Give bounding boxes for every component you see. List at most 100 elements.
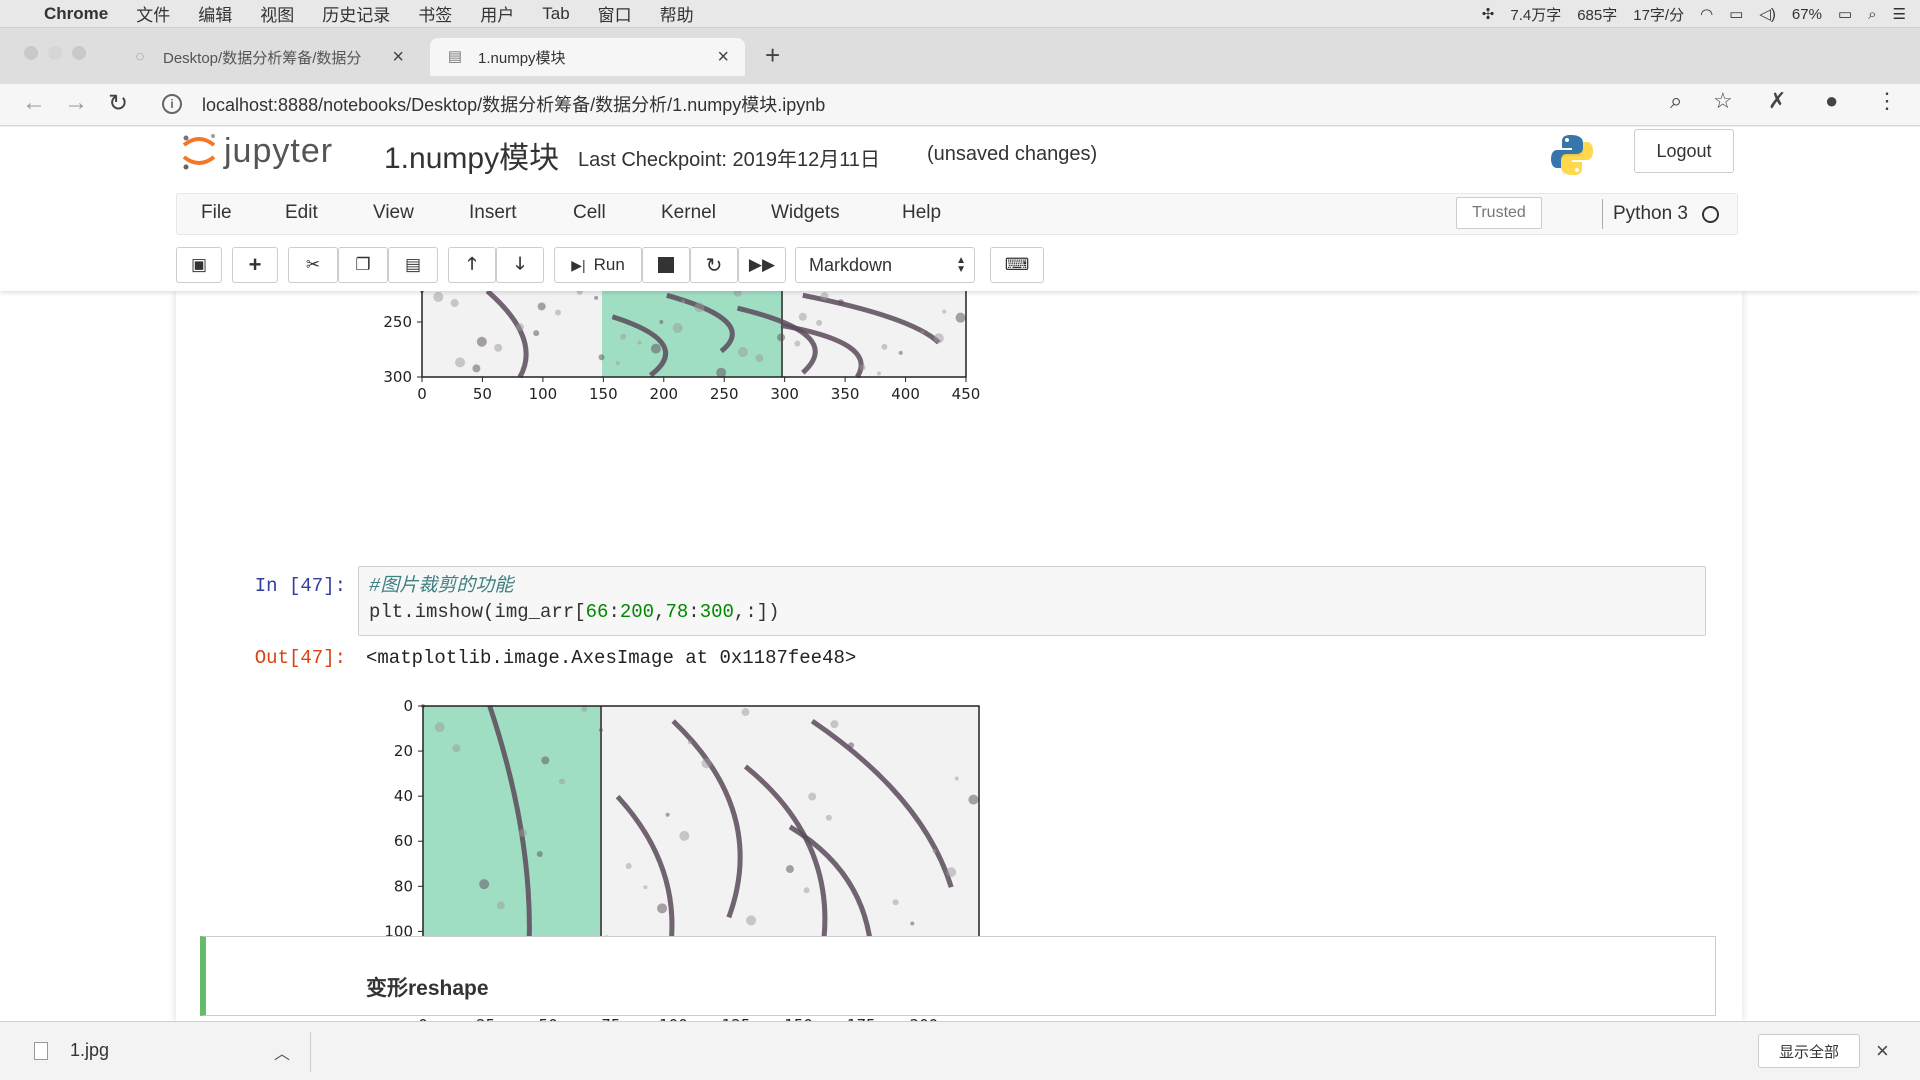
- image-speckle: [968, 794, 979, 805]
- code-cell-input[interactable]: #图片裁剪的功能 plt.imshow(img_arr[66:200,78:30…: [358, 566, 1706, 636]
- tab-numpy[interactable]: ▤ 1.numpy模块 ×: [430, 38, 745, 76]
- restart-button[interactable]: ↻: [690, 247, 738, 283]
- volume-icon[interactable]: ◁): [1759, 5, 1776, 23]
- cell-type-select[interactable]: Markdown ▲ ▼: [795, 247, 975, 283]
- code-line: plt.imshow(img_arr[66:200,78:300,:]): [369, 601, 780, 623]
- image-speckle: [755, 354, 764, 363]
- insert-cell-button[interactable]: +: [232, 247, 278, 283]
- command-palette-button[interactable]: ⌨: [990, 247, 1044, 283]
- copy-button[interactable]: ❐: [338, 247, 388, 283]
- show-all-button[interactable]: 显示全部: [1758, 1034, 1860, 1068]
- list-icon[interactable]: ☰: [1893, 5, 1906, 23]
- image-speckle: [615, 361, 620, 366]
- minimize-window-button[interactable]: [48, 46, 62, 60]
- menu-bookmarks[interactable]: 书签: [418, 1, 452, 26]
- menu-help-jupyter[interactable]: Help: [902, 202, 941, 224]
- x-tick-label: 350: [831, 385, 860, 403]
- menu-widgets-jupyter[interactable]: Widgets: [771, 202, 840, 224]
- interrupt-button[interactable]: [642, 247, 690, 283]
- logout-button[interactable]: Logout: [1634, 129, 1734, 173]
- menu-insert-jupyter[interactable]: Insert: [469, 202, 517, 224]
- close-tab-icon[interactable]: ×: [717, 46, 729, 69]
- image-speckle: [933, 333, 944, 344]
- tab-desktop[interactable]: ◌ Desktop/数据分析筹备/数据分 ×: [115, 38, 420, 76]
- code-comment: #图片裁剪的功能: [369, 575, 514, 597]
- paste-button[interactable]: ▤: [388, 247, 438, 283]
- trusted-badge[interactable]: Trusted: [1456, 197, 1542, 229]
- wifi-icon[interactable]: ◠: [1700, 5, 1713, 23]
- profile-icon[interactable]: ●: [1825, 88, 1838, 114]
- zoom-icon[interactable]: ⌕: [1670, 88, 1682, 114]
- restart-run-all-button[interactable]: ▶▶: [738, 247, 786, 283]
- url-field[interactable]: i localhost:8888/notebooks/Desktop/数据分析筹…: [150, 88, 1690, 120]
- image-speckle: [694, 302, 705, 313]
- status-area: ✣ 7.4万字 685字 17字/分 ◠ ▭ ◁) 67% ▭ ⌕ ☰: [1482, 0, 1906, 28]
- search-icon[interactable]: ⌕: [1868, 6, 1876, 23]
- move-down-button[interactable]: 🡓: [496, 247, 544, 283]
- menu-file[interactable]: 文件: [136, 1, 170, 26]
- notebook-name[interactable]: 1.numpy模块: [384, 133, 559, 177]
- save-button[interactable]: ▣: [176, 247, 222, 283]
- extension-icon[interactable]: ✗: [1768, 88, 1786, 114]
- close-icon[interactable]: ×: [1876, 1038, 1889, 1064]
- move-up-button[interactable]: 🡑: [448, 247, 496, 283]
- menu-edit[interactable]: 编辑: [198, 1, 232, 26]
- copy-icon: ❐: [355, 255, 371, 274]
- back-icon[interactable]: ←: [22, 89, 46, 117]
- zoom-window-button[interactable]: [72, 46, 86, 60]
- image-speckle: [955, 312, 966, 323]
- menu-view[interactable]: 视图: [260, 1, 294, 26]
- menu-edit-jupyter[interactable]: Edit: [285, 202, 318, 224]
- bookmark-star-icon[interactable]: ☆: [1713, 88, 1733, 114]
- close-tab-icon[interactable]: ×: [392, 46, 404, 69]
- cut-button[interactable]: ✂: [288, 247, 338, 283]
- menu-cell-jupyter[interactable]: Cell: [573, 202, 606, 224]
- new-tab-button[interactable]: +: [765, 40, 780, 71]
- download-item[interactable]: 1.jpg: [34, 1040, 109, 1061]
- reload-icon[interactable]: ↻: [108, 89, 128, 118]
- battery-percent[interactable]: 67%: [1792, 6, 1822, 23]
- menu-tab[interactable]: Tab: [542, 4, 569, 24]
- airplay-icon[interactable]: ▭: [1729, 5, 1743, 23]
- menu-history[interactable]: 历史记录: [322, 1, 390, 26]
- menu-kernel-jupyter[interactable]: Kernel: [661, 202, 716, 224]
- image-speckle: [798, 312, 807, 321]
- menu-app-chrome[interactable]: Chrome: [44, 4, 108, 24]
- image-speckle: [515, 323, 524, 332]
- menu-help[interactable]: 帮助: [660, 1, 694, 26]
- run-button[interactable]: ▶| Run: [554, 247, 642, 283]
- code-num-1: 66: [585, 601, 609, 623]
- image-speckle: [910, 921, 915, 926]
- image-speckle: [657, 903, 668, 914]
- restart-icon: ↻: [705, 254, 723, 277]
- image-speckle: [555, 309, 561, 316]
- chrome-menu-icon[interactable]: ⋮: [1876, 88, 1898, 114]
- kernel-indicator[interactable]: Python 3: [1602, 199, 1719, 229]
- x-tick-label: 400: [891, 385, 920, 403]
- close-window-button[interactable]: [24, 46, 38, 60]
- menu-file-jupyter[interactable]: File: [201, 202, 232, 224]
- image-speckle: [737, 347, 748, 358]
- jupyter-page: jupyter 1.numpy模块 Last Checkpoint: 2019年…: [0, 127, 1920, 1021]
- move-icon[interactable]: ✣: [1482, 5, 1495, 23]
- info-icon[interactable]: i: [162, 94, 182, 114]
- jupyter-logo-icon: [182, 134, 216, 170]
- jupyter-logo[interactable]: jupyter: [180, 131, 333, 171]
- image-speckle: [598, 728, 603, 733]
- loading-icon: ◌: [135, 48, 145, 65]
- fast-forward-icon: ▶▶: [748, 255, 776, 274]
- x-tick-label: 150: [589, 385, 618, 403]
- menu-people[interactable]: 用户: [480, 1, 514, 26]
- image-speckle: [920, 330, 925, 335]
- chevron-up-icon[interactable]: ︿: [274, 1040, 290, 1064]
- scissors-icon: ✂: [305, 255, 321, 274]
- menu-window[interactable]: 窗口: [598, 1, 632, 26]
- image-speckle: [537, 302, 546, 311]
- image-speckle: [687, 740, 692, 745]
- image-speckle: [794, 340, 801, 347]
- image-speckle: [659, 319, 664, 324]
- forward-icon[interactable]: →: [64, 89, 88, 117]
- image-speckle: [450, 299, 459, 308]
- python-logo-icon: [1551, 135, 1593, 175]
- menu-view-jupyter[interactable]: View: [373, 202, 414, 224]
